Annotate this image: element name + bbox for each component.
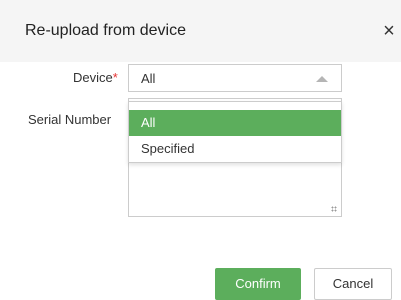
- required-mark: *: [112, 70, 118, 85]
- confirm-button[interactable]: Confirm: [215, 268, 301, 300]
- dialog-title: Re-upload from device: [25, 22, 186, 39]
- close-icon[interactable]: ×: [378, 19, 400, 43]
- dropdown-option-all[interactable]: All: [129, 110, 341, 136]
- dialog-header: Re-upload from device ×: [0, 0, 401, 62]
- serial-number-label: Serial Number: [28, 112, 112, 127]
- device-select[interactable]: All: [128, 64, 342, 92]
- device-label-row: Device*: [73, 70, 118, 85]
- cancel-button[interactable]: Cancel: [314, 268, 392, 300]
- serial-number-textarea[interactable]: [128, 160, 342, 217]
- device-dropdown-list: All Specified: [128, 101, 342, 163]
- resize-handle-icon[interactable]: [331, 206, 337, 212]
- device-select-value: All: [141, 71, 156, 86]
- chevron-up-icon: [316, 76, 328, 82]
- device-label: Device: [73, 70, 113, 85]
- dropdown-option-specified[interactable]: Specified: [129, 136, 341, 162]
